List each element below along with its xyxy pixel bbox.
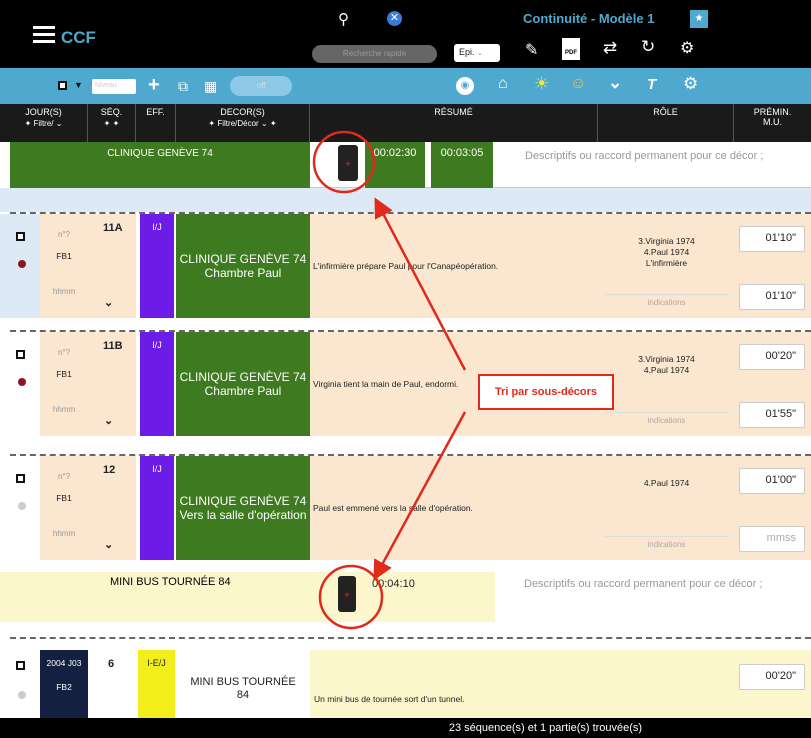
highlight-circle-1: [312, 130, 376, 194]
highlight-circle-2: [318, 564, 384, 630]
arrow-down: [373, 411, 467, 581]
status-footer: 23 séquence(s) et 1 partie(s) trouvée(s): [0, 718, 811, 738]
arrow-up: [374, 197, 467, 371]
annotation-label: Tri par sous-décors: [478, 374, 614, 410]
result-count: 23 séquence(s) et 1 partie(s) trouvée(s): [448, 722, 643, 734]
annotation-overlay: [312, 130, 467, 630]
